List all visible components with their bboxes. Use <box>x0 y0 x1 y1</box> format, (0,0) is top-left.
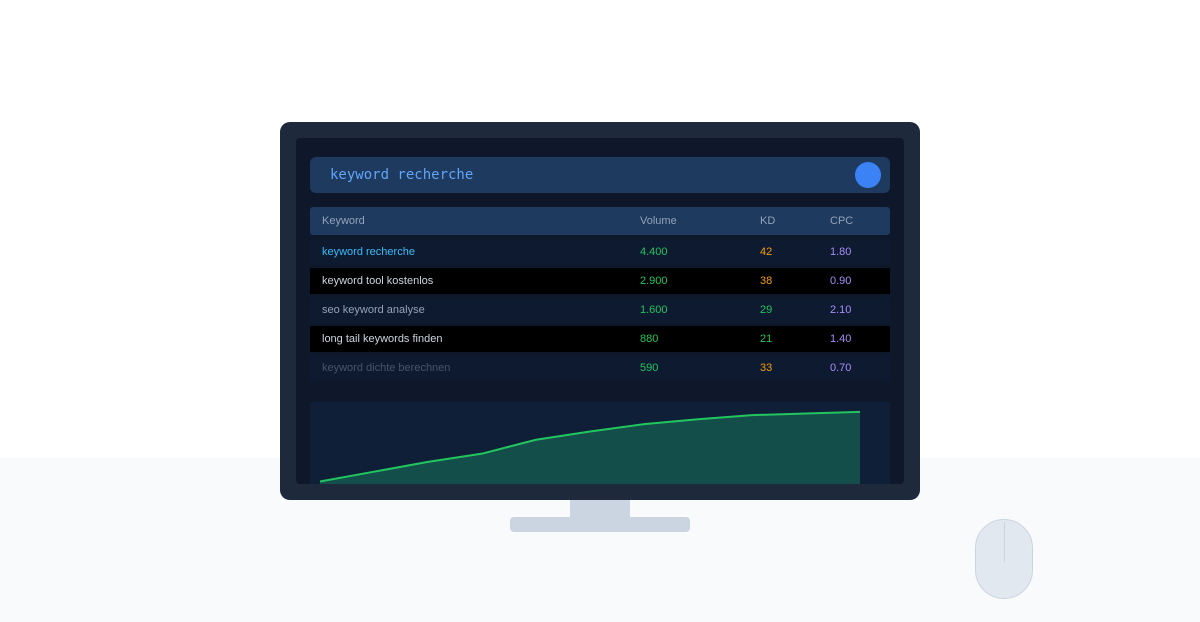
column-header-volume[interactable]: Volume <box>640 207 677 235</box>
cell-kd: 38 <box>760 275 773 287</box>
monitor-stand-neck <box>570 500 630 518</box>
cell-keyword: keyword recherche <box>322 246 415 258</box>
cell-kd: 29 <box>760 304 773 316</box>
cell-keyword: keyword dichte berechnen <box>322 362 451 374</box>
cell-volume: 590 <box>640 362 659 374</box>
monitor: keyword recherche Keyword Volume KD CPC … <box>280 122 920 500</box>
mouse-button-divider <box>1004 522 1005 562</box>
table-row[interactable]: keyword dichte berechnen 590 33 0.70 <box>310 355 890 381</box>
column-header-kd[interactable]: KD <box>760 207 775 235</box>
monitor-screen: keyword recherche Keyword Volume KD CPC … <box>296 138 904 484</box>
cell-volume: 880 <box>640 333 659 345</box>
trend-chart-svg <box>319 410 861 484</box>
cell-keyword: seo keyword analyse <box>322 304 425 316</box>
search-bar[interactable]: keyword recherche <box>310 157 890 193</box>
cell-volume: 4.400 <box>640 246 668 258</box>
column-header-keyword[interactable]: Keyword <box>322 207 365 235</box>
cell-volume: 1.600 <box>640 304 668 316</box>
cell-kd: 33 <box>760 362 773 374</box>
cell-cpc: 1.80 <box>830 246 852 258</box>
trend-area <box>320 411 860 484</box>
column-header-cpc[interactable]: CPC <box>830 207 853 235</box>
cell-keyword: long tail keywords finden <box>322 333 443 345</box>
cell-cpc: 0.90 <box>830 275 852 287</box>
table-row[interactable]: keyword recherche 4.400 42 1.80 <box>310 239 890 265</box>
cell-volume: 2.900 <box>640 275 668 287</box>
table-header: Keyword Volume KD CPC <box>310 207 890 235</box>
cell-cpc: 2.10 <box>830 304 852 316</box>
monitor-stand-base <box>510 517 690 532</box>
table-row[interactable]: long tail keywords finden 880 21 1.40 <box>310 326 890 352</box>
computer-mouse <box>975 519 1033 599</box>
search-button[interactable] <box>855 162 881 188</box>
cell-kd: 42 <box>760 246 773 258</box>
search-query[interactable]: keyword recherche <box>330 157 473 193</box>
cell-cpc: 0.70 <box>830 362 852 374</box>
cell-kd: 21 <box>760 333 773 345</box>
cell-keyword: keyword tool kostenlos <box>322 275 434 287</box>
cell-cpc: 1.40 <box>830 333 852 345</box>
trend-chart <box>310 402 890 484</box>
table-row[interactable]: keyword tool kostenlos 2.900 38 0.90 <box>310 268 890 294</box>
table-row[interactable]: seo keyword analyse 1.600 29 2.10 <box>310 297 890 323</box>
